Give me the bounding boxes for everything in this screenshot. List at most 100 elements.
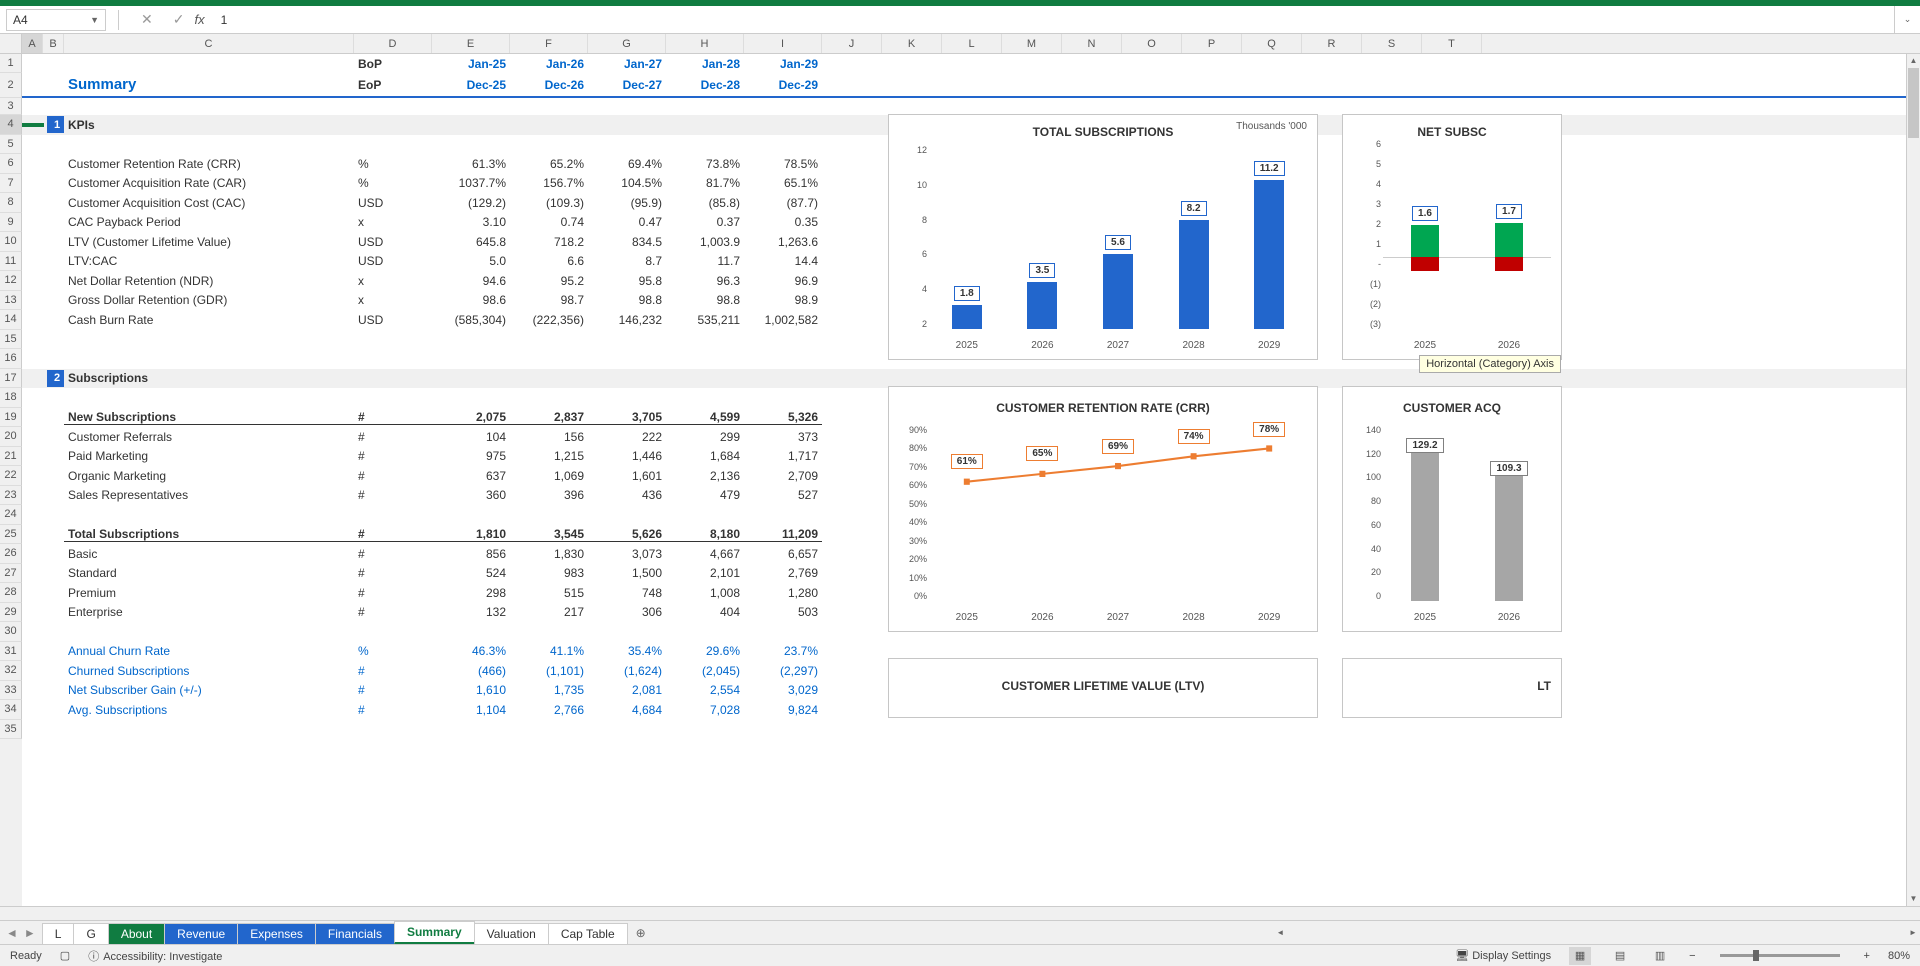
period-start-4[interactable]: Jan-29 [744,57,822,71]
metric-value[interactable]: 11,209 [744,527,822,542]
metric-unit[interactable]: x [354,274,432,288]
metric-value[interactable]: (85.8) [666,196,744,210]
metric-value[interactable]: 156.7% [510,176,588,190]
metric-value[interactable]: 7,028 [666,703,744,717]
display-settings-button[interactable]: 🖥 Display Settings [1455,949,1551,962]
normal-view-icon[interactable]: ▦ [1569,947,1591,965]
check-icon[interactable]: ✓ [173,11,185,28]
metric-unit[interactable]: % [354,644,432,658]
cancel-icon[interactable]: ✕ [141,11,153,28]
chart-total-subscriptions[interactable]: Thousands '000 TOTAL SUBSCRIPTIONS 12108… [888,114,1318,360]
row-header-31[interactable]: 31 [0,642,22,662]
col-header-M[interactable]: M [1002,34,1062,53]
metric-value[interactable]: 3,073 [588,547,666,561]
row-header-27[interactable]: 27 [0,564,22,584]
row-header-23[interactable]: 23 [0,486,22,506]
metric-value[interactable]: 23.7% [744,644,822,658]
metric-value[interactable]: 132 [432,605,510,619]
metric-value[interactable]: 3.10 [432,215,510,229]
metric-value[interactable]: 3,029 [744,683,822,697]
period-end-4[interactable]: Dec-29 [744,78,822,92]
bar[interactable] [1179,220,1209,329]
row-header-5[interactable]: 5 [0,135,22,155]
row-header-4[interactable]: 4 [0,115,22,135]
metric-unit[interactable]: # [354,449,432,463]
row-header-24[interactable]: 24 [0,505,22,525]
metric-value[interactable]: 73.8% [666,157,744,171]
row-header-14[interactable]: 14 [0,310,22,330]
period-start-1[interactable]: Jan-26 [510,57,588,71]
zoom-level[interactable]: 80% [1888,950,1910,962]
metric-value[interactable]: 2,081 [588,683,666,697]
vscroll-thumb[interactable] [1908,68,1919,138]
bar-neg[interactable] [1411,257,1439,271]
metric-label[interactable]: Net Dollar Retention (NDR) [64,274,354,288]
metric-value[interactable]: 8,180 [666,527,744,542]
metric-value[interactable]: 104 [432,430,510,444]
metric-unit[interactable]: # [354,586,432,600]
bar[interactable] [1495,476,1523,601]
metric-value[interactable]: 222 [588,430,666,444]
metric-value[interactable]: 3,705 [588,410,666,425]
scroll-up-icon[interactable]: ▲ [1907,54,1920,68]
metric-value[interactable]: (2,045) [666,664,744,678]
metric-value[interactable]: 5,326 [744,410,822,425]
fx-icon[interactable]: fx [194,12,204,27]
row-header-7[interactable]: 7 [0,174,22,194]
metric-value[interactable]: 78.5% [744,157,822,171]
metric-value[interactable]: 834.5 [588,235,666,249]
row-header-35[interactable]: 35 [0,720,22,740]
col-header-B[interactable]: B [43,34,64,53]
bar[interactable] [1411,453,1439,601]
section-title[interactable]: Subscriptions [64,371,354,385]
metric-value[interactable]: 0.35 [744,215,822,229]
sheet-tab-about[interactable]: About [108,923,165,944]
row-header-33[interactable]: 33 [0,681,22,701]
tab-prev-icon[interactable]: ◄ [6,926,18,940]
row-header-9[interactable]: 9 [0,213,22,233]
metric-value[interactable]: (95.9) [588,196,666,210]
metric-unit[interactable]: # [354,547,432,561]
name-box[interactable]: A4 ▼ [6,9,106,31]
metric-value[interactable]: 975 [432,449,510,463]
col-header-N[interactable]: N [1062,34,1122,53]
metric-unit[interactable]: # [354,488,432,502]
metric-value[interactable]: 2,769 [744,566,822,580]
chart-crr[interactable]: CUSTOMER RETENTION RATE (CRR) 90%80%70%6… [888,386,1318,632]
col-header-P[interactable]: P [1182,34,1242,53]
metric-unit[interactable]: # [354,430,432,444]
metric-value[interactable]: 1,735 [510,683,588,697]
metric-value[interactable]: 6,657 [744,547,822,561]
metric-value[interactable]: 98.9 [744,293,822,307]
metric-value[interactable]: 98.8 [588,293,666,307]
metric-value[interactable]: 1037.7% [432,176,510,190]
row-header-26[interactable]: 26 [0,544,22,564]
hscroll-left-icon[interactable]: ◄ [1273,926,1287,940]
metric-value[interactable]: 2,709 [744,469,822,483]
metric-value[interactable]: 95.2 [510,274,588,288]
bop-label[interactable]: BoP [354,57,432,71]
metric-value[interactable]: 14.4 [744,254,822,268]
metric-unit[interactable]: # [354,605,432,619]
bar-neg[interactable] [1495,257,1523,271]
row-headers[interactable]: 1234567891011121314151617181920212223242… [0,54,22,920]
row-header-12[interactable]: 12 [0,271,22,291]
metric-value[interactable]: 1,830 [510,547,588,561]
zoom-in-button[interactable]: + [1864,950,1870,962]
metric-label[interactable]: Customer Acquisition Cost (CAC) [64,196,354,210]
metric-unit[interactable]: % [354,157,432,171]
vscroll-track[interactable] [1907,68,1920,892]
metric-unit[interactable]: # [354,566,432,580]
row-header-18[interactable]: 18 [0,388,22,408]
row-header-34[interactable]: 34 [0,700,22,720]
metric-value[interactable]: 1,446 [588,449,666,463]
metric-value[interactable]: 299 [666,430,744,444]
metric-value[interactable]: (109.3) [510,196,588,210]
metric-value[interactable]: 1,002,582 [744,313,822,327]
bar[interactable] [952,305,982,329]
row-header-19[interactable]: 19 [0,408,22,428]
row-header-13[interactable]: 13 [0,291,22,311]
metric-value[interactable]: 306 [588,605,666,619]
metric-value[interactable]: 29.6% [666,644,744,658]
metric-value[interactable]: 748 [588,586,666,600]
